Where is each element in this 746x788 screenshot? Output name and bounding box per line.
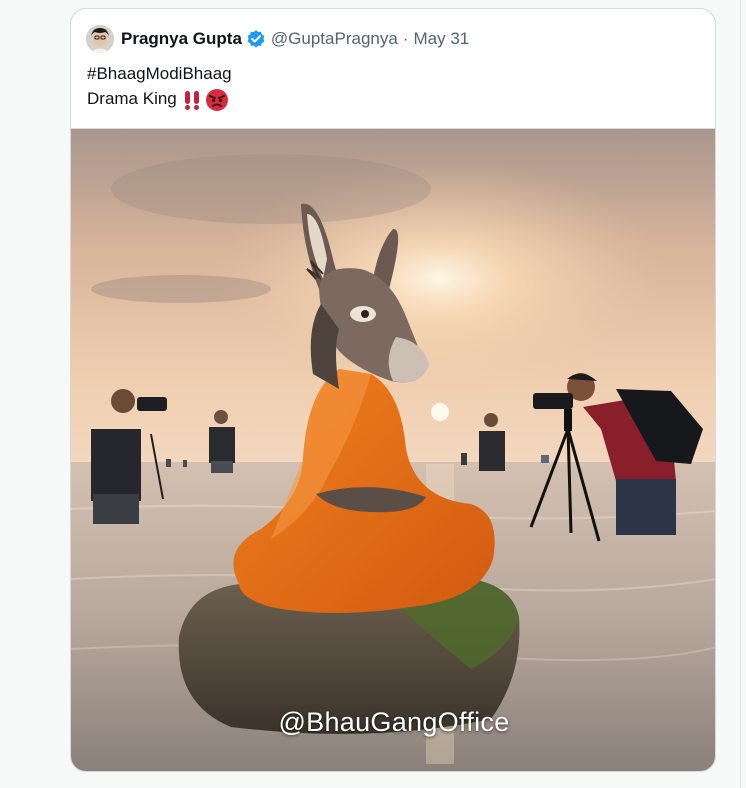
separator-dot: · bbox=[402, 29, 409, 48]
drama-king-text: Drama King bbox=[87, 89, 177, 108]
verified-badge-icon bbox=[246, 29, 266, 49]
author-name[interactable]: Pragnya Gupta bbox=[121, 29, 242, 49]
meditating-donkey-image bbox=[71, 129, 715, 771]
image-watermark: @BhauGangOffice bbox=[278, 707, 510, 737]
tweet-image[interactable]: @BhauGangOffice bbox=[71, 128, 715, 771]
tweet-text-line: Drama King bbox=[87, 86, 232, 112]
angry-face-icon bbox=[205, 88, 228, 111]
tweet-date[interactable]: May 31 bbox=[413, 29, 469, 49]
avatar[interactable] bbox=[86, 25, 114, 53]
double-exclamation-icon bbox=[184, 90, 199, 110]
hashtag-link[interactable]: #BhaagModiBhaag bbox=[87, 61, 232, 86]
tweet-header: Pragnya Gupta @GuptaPragnya · May 31 bbox=[86, 23, 469, 55]
author-handle[interactable]: @GuptaPragnya bbox=[271, 29, 398, 49]
quoted-tweet-card[interactable]: Pragnya Gupta @GuptaPragnya · May 31 #Bh… bbox=[70, 8, 716, 772]
emoji-group bbox=[181, 88, 229, 112]
tweet-body: #BhaagModiBhaag Drama King bbox=[87, 61, 232, 112]
page-divider bbox=[740, 0, 741, 788]
